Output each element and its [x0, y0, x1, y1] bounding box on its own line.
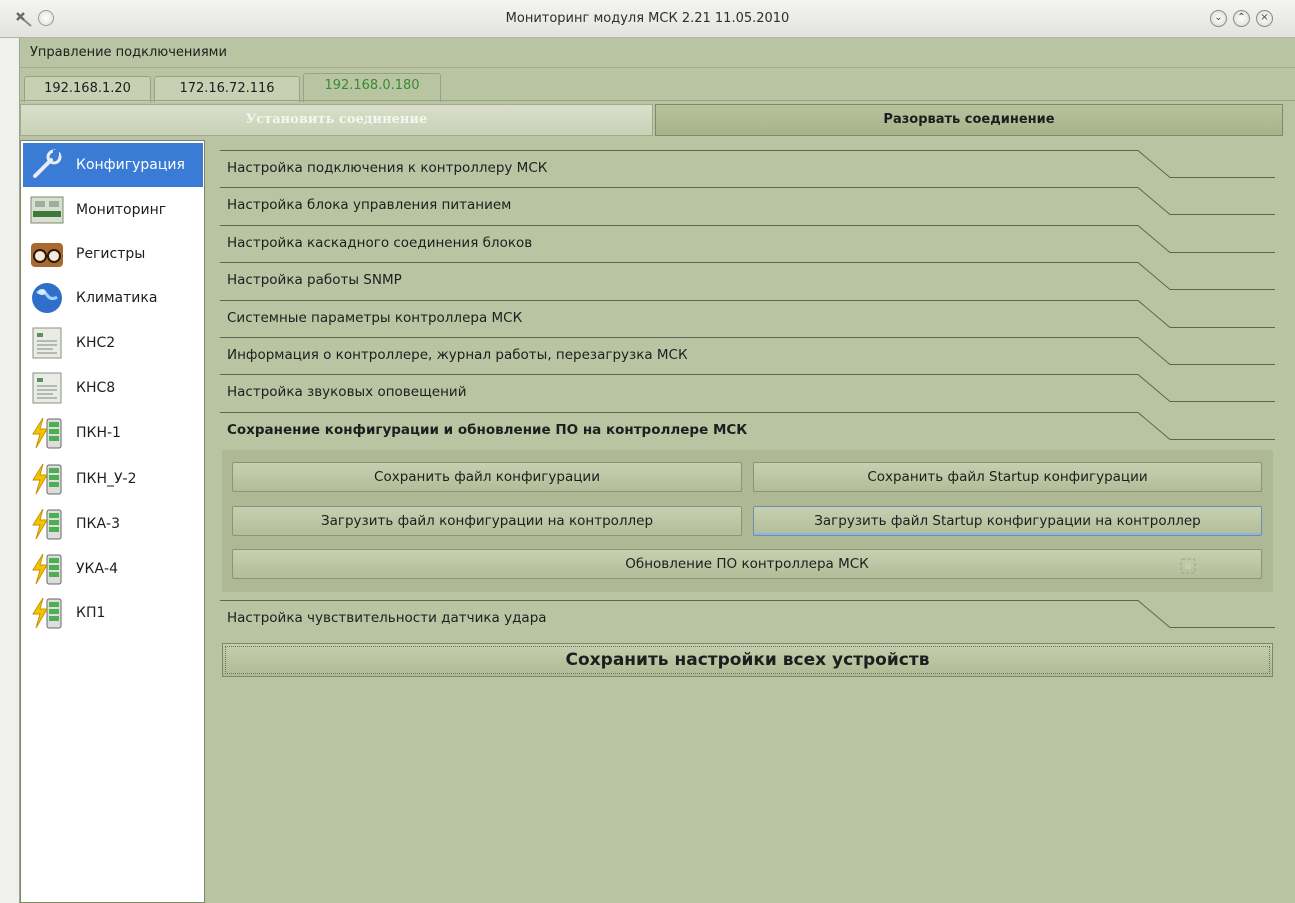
save-all-devices-button[interactable]: Сохранить настройки всех устройств: [222, 643, 1273, 677]
disconnect-button[interactable]: Разорвать соединение: [655, 104, 1283, 136]
section-label: Сохранение конфигурации и обновление ПО …: [227, 422, 748, 438]
device-nav: Конфигурация Мониторинг Регистры Климати…: [20, 140, 205, 903]
document-icon: [32, 372, 62, 404]
nav-label: Климатика: [76, 290, 158, 306]
globe-icon: [32, 283, 62, 313]
section-system-params[interactable]: Системные параметры контроллера МСК: [220, 300, 1275, 337]
nav-label: ПКА-3: [76, 516, 121, 532]
connect-button[interactable]: Установить соединение: [20, 104, 653, 136]
minimize-button[interactable]: ⌄: [1210, 10, 1227, 27]
load-startup-button[interactable]: Загрузить файл Startup конфигурации на к…: [753, 506, 1262, 536]
battery-bolt-icon: [32, 597, 62, 629]
save-config-button[interactable]: Сохранить файл конфигурации: [232, 462, 742, 492]
nav-label: Регистры: [76, 246, 146, 262]
section-controller-connection[interactable]: Настройка подключения к контроллеру МСК: [220, 150, 1275, 187]
section-label: Информация о контроллере, журнал работы,…: [227, 347, 688, 363]
nav-label: КНС2: [76, 335, 116, 351]
section-label: Настройка работы SNMP: [227, 272, 402, 288]
nav-item-uka-4[interactable]: УКА-4: [23, 547, 203, 591]
tab-192-168-0-180[interactable]: 192.168.0.180: [303, 73, 441, 102]
nav-label: ПКН_У-2: [76, 471, 137, 487]
nav-item-kp1[interactable]: КП1: [23, 591, 203, 635]
nav-item-kns8[interactable]: КНС8: [23, 366, 203, 410]
menubar: Управление подключениями: [20, 38, 1295, 68]
battery-bolt-icon: [32, 417, 62, 449]
nav-item-climate[interactable]: Климатика: [23, 276, 203, 320]
nav-item-pkn-u-2[interactable]: ПКН_У-2: [23, 457, 203, 501]
document-icon: [32, 327, 62, 359]
window-titlebar: Мониторинг модуля МСК 2.21 11.05.2010 ⌄ …: [0, 0, 1295, 38]
section-label: Настройка чувствительности датчика удара: [227, 610, 547, 626]
nav-label: Мониторинг: [76, 202, 167, 218]
nav-label: КНС8: [76, 380, 116, 396]
tab-divider: [20, 100, 1295, 101]
battery-bolt-icon: [32, 508, 62, 540]
maximize-button[interactable]: ⌃: [1233, 10, 1250, 27]
section-snmp[interactable]: Настройка работы SNMP: [220, 262, 1275, 299]
section-label: Настройка блока управления питанием: [227, 197, 512, 213]
window-title: Мониторинг модуля МСК 2.21 11.05.2010: [505, 11, 790, 26]
nav-label: Конфигурация: [76, 157, 185, 173]
nav-item-pka-3[interactable]: ПКА-3: [23, 502, 203, 546]
section-label: Настройка каскадного соединения блоков: [227, 235, 533, 251]
section-save-config-update[interactable]: Сохранение конфигурации и обновление ПО …: [220, 412, 1275, 449]
update-firmware-button[interactable]: Обновление ПО контроллера МСК: [232, 549, 1262, 579]
update-firmware-label: Обновление ПО контроллера МСК: [625, 556, 869, 572]
load-config-button[interactable]: Загрузить файл конфигурации на контролле…: [232, 506, 742, 536]
battery-bolt-icon: [32, 463, 62, 495]
tab-192-168-1-20[interactable]: 192.168.1.20: [24, 76, 151, 102]
close-button[interactable]: ×: [1256, 10, 1273, 27]
nav-item-pkn-1[interactable]: ПКН-1: [23, 411, 203, 455]
nav-item-kns2[interactable]: КНС2: [23, 321, 203, 365]
device-panel-icon: [30, 196, 64, 224]
wrench-icon: [33, 149, 62, 178]
nav-label: ПКН-1: [76, 425, 121, 441]
section-label: Настройка подключения к контроллеру МСК: [227, 160, 548, 176]
section-controller-info[interactable]: Информация о контроллере, журнал работы,…: [220, 337, 1275, 374]
section-cascade[interactable]: Настройка каскадного соединения блоков: [220, 225, 1275, 262]
section-label: Системные параметры контроллера МСК: [227, 310, 523, 326]
battery-bolt-icon: [32, 553, 62, 585]
progress-spinner-icon: [1180, 558, 1196, 574]
menu-connections[interactable]: Управление подключениями: [30, 45, 227, 60]
nav-item-monitoring[interactable]: Мониторинг: [23, 188, 203, 232]
nav-item-configuration[interactable]: Конфигурация: [23, 143, 203, 187]
save-startup-button[interactable]: Сохранить файл Startup конфигурации: [753, 462, 1262, 492]
window-left-edge: [0, 38, 20, 903]
section-label: Настройка звуковых оповещений: [227, 384, 467, 400]
section-sound-alerts[interactable]: Настройка звуковых оповещений: [220, 374, 1275, 411]
section-power-unit[interactable]: Настройка блока управления питанием: [220, 187, 1275, 224]
tab-172-16-72-116[interactable]: 172.16.72.116: [154, 76, 300, 102]
section-shock-sensor[interactable]: Настройка чувствительности датчика удара: [220, 600, 1275, 637]
registers-icon: [31, 243, 63, 267]
nav-item-registers[interactable]: Регистры: [23, 232, 203, 276]
config-panel: Сохранить файл конфигурации Сохранить фа…: [222, 450, 1273, 592]
nav-label: УКА-4: [76, 561, 119, 577]
nav-label: КП1: [76, 605, 106, 621]
